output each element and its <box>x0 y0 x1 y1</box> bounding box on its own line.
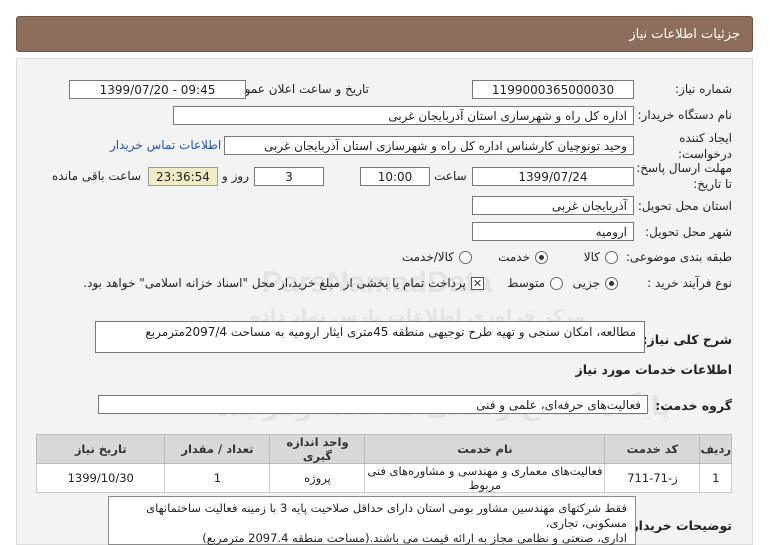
remaining-time-field: 23:36:54 <box>148 167 218 186</box>
col-row-number: ردیف <box>699 434 732 464</box>
deadline-label: مهلت ارسال پاسخ: تا تاریخ: <box>632 160 732 192</box>
category-goods-service-label: کالا/خدمت <box>401 250 454 264</box>
services-section-title: اطلاعات خدمات مورد نیاز <box>575 362 733 377</box>
creator-label-text: ایجاد کننده درخواست: <box>678 131 732 161</box>
table-row: 1 ز-71-711 فعالیت‌های معماری و مهندسی و … <box>35 463 732 493</box>
page-title: جزئیات اطلاعات نیاز <box>629 26 740 42</box>
creator-field: وحید تونوچیان کارشناس اداره کل راه و شهر… <box>224 136 634 155</box>
col-service-code: کد خدمت <box>604 434 701 464</box>
treasury-payment-note: پرداخت تمام یا بخشی از مبلغ خرید،از محل … <box>83 276 466 290</box>
buyer-notes-label: توضیحات خریدار: <box>626 518 732 533</box>
cell-row-number: 1 <box>699 463 732 493</box>
category-goods-label: کالا <box>583 250 600 264</box>
buyer-notes-line-1: فقط شرکتهای مهندسین مشاور بومی استان دار… <box>146 501 627 530</box>
page-title-bar: جزئیات اطلاعات نیاز <box>16 16 753 52</box>
contact-info-link[interactable]: اطلاعات تماس خریدار <box>110 138 221 152</box>
cell-need-date: 1399/10/30 <box>35 463 166 493</box>
category-label: طبقه بندی موضوعی: <box>625 250 732 264</box>
summary-label: شرح کلی نیاز: <box>642 332 732 347</box>
process-medium-label: متوسط <box>507 276 545 290</box>
process-minor-label: جزیی <box>572 276 600 290</box>
buyer-notes-line-2: اداری، صنعتی و نظامی مجاز به ارائه قیمت … <box>202 531 627 545</box>
province-field: آذربایجان غربی <box>472 196 634 215</box>
cell-service-name: فعالیت‌های معماری و مهندسی و مشاوره‌های … <box>364 463 606 493</box>
radio-goods-service[interactable] <box>459 250 472 264</box>
service-group-label: گروه خدمت: <box>655 398 732 413</box>
services-table: ردیف کد خدمت نام خدمت واحد اندازه گیری ت… <box>35 434 732 493</box>
radio-goods[interactable] <box>605 250 618 264</box>
buyer-label: نام دستگاه خریدار: <box>637 108 733 122</box>
buyer-field: اداره کل راه و شهرسازی استان آذربایجان غ… <box>173 106 634 125</box>
deadline-date-field: 1399/07/24 <box>472 167 634 186</box>
process-option-minor[interactable]: جزیی <box>573 276 618 290</box>
deadline-label-text: مهلت ارسال پاسخ: تا تاریخ: <box>636 161 732 191</box>
process-type-label: نوع فرآیند خرید : <box>647 276 732 290</box>
city-label: شهر محل تحویل: <box>645 225 732 239</box>
cell-unit: پروژه <box>269 463 366 493</box>
col-service-name: نام خدمت <box>364 434 606 464</box>
checkbox-treasury[interactable]: ✕ <box>471 276 484 290</box>
col-unit: واحد اندازه گیری <box>269 434 366 464</box>
days-remaining-field: 3 <box>254 167 324 186</box>
radio-minor-selected[interactable] <box>605 276 618 290</box>
category-option-goods-service[interactable]: کالا/خدمت <box>402 250 472 264</box>
deadline-time-field: 10:00 <box>360 167 430 186</box>
summary-text: مطالعه، امکان سنجی و تهیه طرح توجیهی منط… <box>145 325 636 339</box>
category-option-goods[interactable]: کالا <box>584 250 618 264</box>
remaining-time-label: ساعت باقی مانده <box>52 169 142 183</box>
summary-field: مطالعه، امکان سنجی و تهیه طرح توجیهی منط… <box>95 321 645 353</box>
category-option-service[interactable]: خدمت <box>498 250 548 264</box>
service-group-field: فعالیت‌های حرفه‌ای، علمی و فنی <box>98 395 648 414</box>
buyer-notes-field: فقط شرکتهای مهندسین مشاور بومی استان دار… <box>108 496 636 545</box>
col-quantity: تعداد / مقدار <box>164 434 271 464</box>
announce-date-field: 1399/07/20 - 09:45 <box>69 80 246 99</box>
cell-quantity: 1 <box>164 463 271 493</box>
days-label: روز و <box>222 169 249 183</box>
creator-label: ایجاد کننده درخواست: <box>632 130 732 162</box>
deadline-time-label: ساعت <box>434 169 467 183</box>
city-field: ارومیه <box>472 222 634 241</box>
process-option-medium[interactable]: متوسط <box>507 276 563 290</box>
need-number-field: 1199000365000030 <box>472 80 634 99</box>
radio-medium[interactable] <box>550 276 563 290</box>
radio-service-selected[interactable] <box>535 250 548 264</box>
table-header-row: ردیف کد خدمت نام خدمت واحد اندازه گیری ت… <box>35 434 732 464</box>
province-label: استان محل تحویل: <box>637 199 732 213</box>
cell-service-code: ز-71-711 <box>604 463 701 493</box>
col-need-date: تاریخ نیاز <box>35 434 166 464</box>
category-service-label: خدمت <box>498 250 530 264</box>
need-number-label: شماره نیاز: <box>675 82 732 96</box>
treasury-payment-option[interactable]: ✕ پرداخت تمام یا بخشی از مبلغ خرید،از مح… <box>83 276 484 290</box>
